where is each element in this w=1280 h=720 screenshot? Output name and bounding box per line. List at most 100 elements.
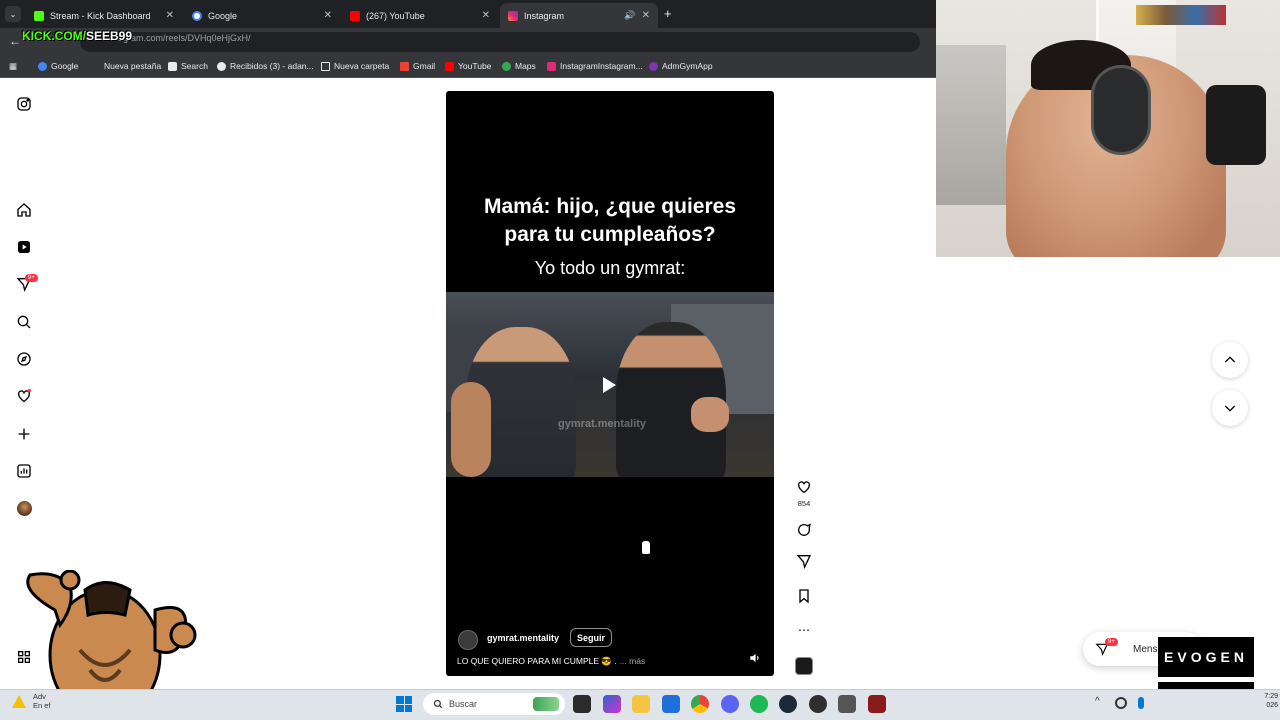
- network-icon[interactable]: [1115, 697, 1127, 709]
- tab-label: (267) YouTube: [366, 10, 425, 21]
- copilot-icon[interactable]: [603, 695, 621, 713]
- close-icon[interactable]: ✕: [482, 10, 490, 21]
- next-reel-button[interactable]: [1212, 390, 1248, 426]
- create-icon[interactable]: [14, 424, 34, 444]
- search-icon: [433, 699, 443, 709]
- bookmark-inbox[interactable]: Recibidos (3) - adan...: [217, 61, 314, 71]
- youtube-icon: [445, 61, 454, 71]
- bookmark-youtube[interactable]: YouTube: [445, 61, 491, 71]
- reel-video-frame[interactable]: gymrat.mentality: [446, 292, 774, 477]
- follow-button[interactable]: Seguir: [570, 628, 613, 647]
- close-icon[interactable]: ✕: [642, 10, 650, 21]
- bookmark-search[interactable]: Search: [168, 61, 208, 71]
- tab-youtube[interactable]: (267) YouTube ✕: [342, 3, 498, 28]
- bookmark-google[interactable]: Google: [38, 61, 78, 71]
- reel-title: Mamá: hijo, ¿que quieres para tu cumplea…: [446, 193, 774, 249]
- author-avatar[interactable]: [458, 630, 478, 650]
- speaker-icon[interactable]: 🔊: [624, 10, 635, 21]
- bookmark-label: InstagramInstagram...: [560, 61, 643, 71]
- bookmark-maps[interactable]: Maps: [502, 61, 536, 71]
- instagram-icon: [547, 61, 556, 71]
- weather-line1: Adv: [33, 692, 46, 701]
- discord-icon[interactable]: [721, 695, 739, 713]
- person-left-arm: [451, 382, 491, 477]
- bookmark-gmail[interactable]: Gmail: [400, 61, 435, 71]
- app-icon[interactable]: [868, 695, 886, 713]
- close-icon[interactable]: ✕: [324, 10, 332, 21]
- task-view-icon[interactable]: [573, 695, 591, 713]
- tray-chevron-up-icon[interactable]: ^: [1095, 696, 1100, 707]
- close-icon[interactable]: ✕: [166, 10, 174, 21]
- hand-cursor-icon: [641, 540, 651, 555]
- profile-avatar[interactable]: [14, 498, 34, 518]
- microphone-shape: [1206, 85, 1266, 165]
- reel-title-line2: para tu cumpleaños?: [504, 223, 716, 246]
- tab-label: Instagram: [524, 10, 565, 21]
- comment-icon[interactable]: [795, 521, 813, 539]
- weather-line2: En ef: [33, 701, 51, 710]
- audio-thumbnail[interactable]: [795, 657, 813, 675]
- more-options-icon[interactable]: ⋯: [795, 621, 813, 639]
- clock-date: 026: [1266, 702, 1278, 709]
- tab-label: Stream - Kick Dashboard: [50, 10, 151, 21]
- app-icon[interactable]: [838, 695, 856, 713]
- bookmark-label: YouTube: [458, 61, 492, 71]
- tab-label: Google: [208, 10, 238, 21]
- spotify-icon[interactable]: [750, 695, 768, 713]
- tab-instagram[interactable]: Instagram 🔊 ✕: [500, 3, 658, 28]
- bookmark-instagram[interactable]: InstagramInstagram...: [547, 61, 643, 71]
- tab-google[interactable]: Google ✕: [184, 3, 340, 28]
- like-heart-icon[interactable]: [795, 478, 813, 496]
- bookmark-label: Search: [181, 61, 208, 71]
- notifications-heart-icon[interactable]: [14, 386, 34, 406]
- steam-icon[interactable]: [779, 695, 797, 713]
- taskbar-search-input[interactable]: Buscar: [423, 693, 565, 715]
- weather-widget[interactable]: Adv En ef: [33, 692, 51, 710]
- reel-title-line1: Mamá: hijo, ¿que quieres: [483, 195, 737, 218]
- messages-badge: 9+: [25, 274, 38, 282]
- windows-start-icon[interactable]: [396, 696, 412, 712]
- home-icon[interactable]: [14, 200, 34, 220]
- taskbar-clock[interactable]: 7:29 026: [1250, 692, 1278, 710]
- chevron-down-icon: [1224, 405, 1236, 412]
- maps-icon: [502, 61, 511, 71]
- page-icon: [91, 61, 100, 71]
- tab-search-button[interactable]: ⌄: [5, 6, 21, 22]
- app-icon: [649, 61, 658, 71]
- instagram-logo-icon[interactable]: [14, 94, 34, 114]
- store-icon[interactable]: [662, 695, 680, 713]
- reel-video-player[interactable]: Mamá: hijo, ¿que quieres para tu cumplea…: [446, 91, 774, 676]
- search-icon[interactable]: [14, 312, 34, 332]
- bookmark-folder[interactable]: Nueva carpeta: [321, 61, 389, 71]
- cabinet-shape: [936, 45, 1006, 205]
- bookmark-new-tab[interactable]: Nueva pestaña: [91, 61, 161, 71]
- reel-subtitle: Yo todo un gymrat:: [534, 258, 686, 278]
- file-explorer-icon[interactable]: [632, 695, 650, 713]
- tab-kick-dashboard[interactable]: Stream - Kick Dashboard ✕: [26, 3, 182, 28]
- play-icon[interactable]: [603, 377, 616, 393]
- instagram-icon: [508, 10, 518, 21]
- author-username[interactable]: gymrat.mentality: [487, 633, 559, 643]
- bookmark-label: Maps: [515, 61, 536, 71]
- share-icon[interactable]: [795, 552, 813, 570]
- previous-reel-button[interactable]: [1212, 342, 1248, 378]
- volume-icon[interactable]: [748, 651, 762, 665]
- obs-icon[interactable]: [809, 695, 827, 713]
- caption-more-link[interactable]: ... más: [620, 656, 646, 666]
- dashboard-icon[interactable]: [14, 461, 34, 481]
- kick-prefix: KICK.COM/: [22, 29, 86, 43]
- back-icon[interactable]: ←: [9, 34, 21, 48]
- like-count: 854: [797, 499, 811, 508]
- chrome-icon[interactable]: [691, 695, 709, 713]
- reels-icon[interactable]: [14, 237, 34, 257]
- new-tab-button[interactable]: +: [664, 6, 672, 21]
- weather-icon[interactable]: [12, 695, 26, 708]
- kick-channel-overlay: KICK.COM/SEEB99: [22, 29, 132, 43]
- video-watermark: gymrat.mentality: [558, 418, 647, 430]
- bookmark-admgymapp[interactable]: AdmGymApp: [649, 61, 713, 71]
- explore-icon[interactable]: [14, 349, 34, 369]
- bookmark-label: AdmGymApp: [662, 61, 713, 71]
- microphone-icon[interactable]: [1138, 697, 1144, 709]
- apps-icon[interactable]: ▦: [9, 61, 17, 72]
- save-bookmark-icon[interactable]: [795, 587, 813, 605]
